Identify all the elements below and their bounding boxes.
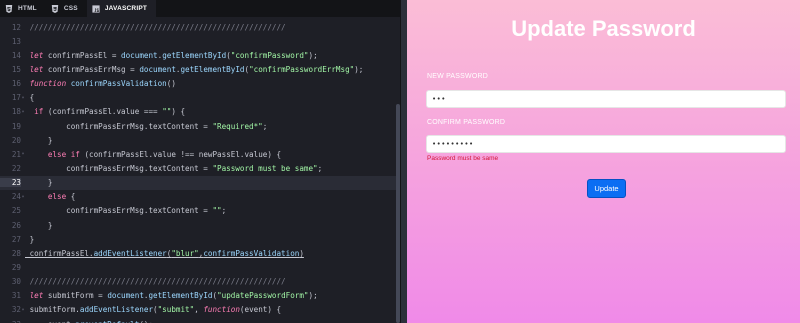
code-text: if (confirmPassEl.value === "") { [34, 107, 186, 117]
code-text: function confirmPassValidation() [29, 79, 176, 89]
code-text: submitForm.addEventListener("submit", fu… [25, 305, 282, 315]
code-text: let submitForm = document.getElementById… [29, 291, 318, 301]
code-line[interactable]: 16 function confirmPassValidation() [0, 77, 396, 91]
line-number: 20 [11, 135, 21, 145]
code-line[interactable]: 30 /////////////////////////////////////… [0, 275, 396, 289]
code-text: else if (confirmPassEl.value !== newPass… [47, 149, 282, 159]
line-number: 13 [11, 36, 21, 46]
code-text: ////////////////////////////////////////… [29, 22, 286, 32]
code-line[interactable]: 15 let confirmPassErrMsg = document.getE… [0, 62, 396, 76]
code-text: let confirmPassErrMsg = document.getElem… [29, 64, 364, 74]
line-number: 28 [11, 248, 21, 258]
code-line[interactable]: 22 confirmPassErrMsg.textContent = "Pass… [0, 161, 396, 175]
confirm-password-label: CONFIRM PASSWORD [427, 119, 506, 126]
line-number: 15 [11, 64, 21, 74]
editor-tabs: HTML CSS JAVASCRIPT [0, 0, 400, 17]
code-line[interactable]: 19 confirmPassErrMsg.textContent = "Requ… [0, 119, 396, 133]
tab-label: CSS [63, 5, 78, 12]
line-number: 16 [11, 79, 21, 89]
page-title: Update Password [511, 16, 696, 41]
html5-icon [5, 4, 13, 13]
code-text: else { [47, 192, 76, 202]
line-number: 17 [11, 93, 21, 103]
line-number: 18 [11, 107, 21, 117]
new-password-label: NEW PASSWORD [427, 73, 488, 80]
line-number: 31 [11, 291, 21, 301]
code-line[interactable]: 20 } [0, 133, 396, 147]
tab-label: JAVASCRIPT [104, 5, 148, 12]
line-number: 19 [11, 121, 21, 131]
line-number: 24 [11, 192, 21, 202]
code-text: } [25, 220, 53, 230]
code-line[interactable]: 27 } [0, 232, 396, 246]
code-text: } [25, 234, 35, 244]
code-line[interactable]: 29 [0, 260, 396, 274]
code-text: confirmPassErrMsg.textContent = "Passwor… [25, 163, 323, 173]
code-text: confirmPassErrMsg.textContent = "Require… [25, 121, 268, 131]
code-text: ////////////////////////////////////////… [29, 277, 286, 287]
code-line[interactable]: 25 confirmPassErrMsg.textContent = ""; [0, 204, 396, 218]
line-number: 33 [0, 320, 21, 323]
code-line[interactable]: 13 [0, 34, 396, 48]
tab-html[interactable]: HTML [0, 0, 46, 17]
code-line[interactable]: 18 ▾ if (confirmPassEl.value === "") { [0, 105, 396, 119]
line-number: 27 [11, 234, 21, 244]
preview-pane: Update Password NEW PASSWORD ••• CONFIRM… [407, 0, 800, 323]
code-text: } [25, 178, 53, 188]
update-button[interactable]: Update [587, 179, 626, 198]
line-number: 14 [11, 50, 21, 60]
code-text: confirmPassErrMsg.textContent = ""; [25, 206, 227, 216]
line-number: 32 [11, 305, 21, 315]
line-number: 12 [11, 22, 21, 32]
line-number: 25 [11, 206, 21, 216]
confirm-password-error: Password must be same [427, 155, 499, 162]
code-line[interactable]: 24 ▾ else { [0, 190, 396, 204]
code-text: { [25, 93, 35, 103]
code-line[interactable]: 21 ▾ else if (confirmPassEl.value !== new… [0, 147, 396, 161]
code-text: } [25, 135, 53, 145]
pane-resize-handle[interactable] [400, 0, 407, 323]
code-area[interactable]: 12 /////////////////////////////////////… [0, 20, 396, 323]
new-password-field[interactable]: ••• [426, 90, 786, 108]
tab-css[interactable]: CSS [46, 0, 87, 17]
line-number: 21 [11, 149, 21, 159]
line-number: 23 [0, 178, 21, 188]
tab-label: HTML [18, 5, 37, 12]
line-number: 29 [11, 262, 21, 272]
confirm-password-field[interactable]: ••••••••• [426, 135, 786, 153]
js-icon [92, 4, 100, 13]
code-line[interactable]: 14 let confirmPassEl = document.getEleme… [0, 48, 396, 62]
line-number: 22 [11, 163, 21, 173]
code-line[interactable]: 31 let submitForm = document.getElementB… [0, 289, 396, 303]
code-line[interactable]: 26 } [0, 218, 396, 232]
code-line[interactable]: 33 event.preventDefault(); [0, 317, 396, 323]
code-line[interactable]: 12 /////////////////////////////////////… [0, 20, 396, 34]
code-line[interactable]: 17 ▾ { [0, 91, 396, 105]
code-text: let confirmPassEl = document.getElementB… [29, 50, 318, 60]
css3-icon [51, 4, 59, 13]
code-line[interactable]: 32 ▾ submitForm.addEventListener("submit"… [0, 303, 396, 317]
line-number: 26 [11, 220, 21, 230]
code-line[interactable]: 28 confirmPassEl.addEventListener("blur"… [0, 246, 396, 260]
code-line[interactable]: 23 } [0, 175, 396, 190]
code-editor[interactable]: HTML CSS JAVASCRIPT 12 /////////////////… [0, 0, 400, 323]
code-text: confirmPassEl.addEventListener("blur",co… [25, 248, 304, 258]
tab-javascript[interactable]: JAVASCRIPT [86, 0, 157, 17]
code-text: event.preventDefault(); [25, 320, 153, 323]
line-number: 30 [11, 277, 21, 287]
